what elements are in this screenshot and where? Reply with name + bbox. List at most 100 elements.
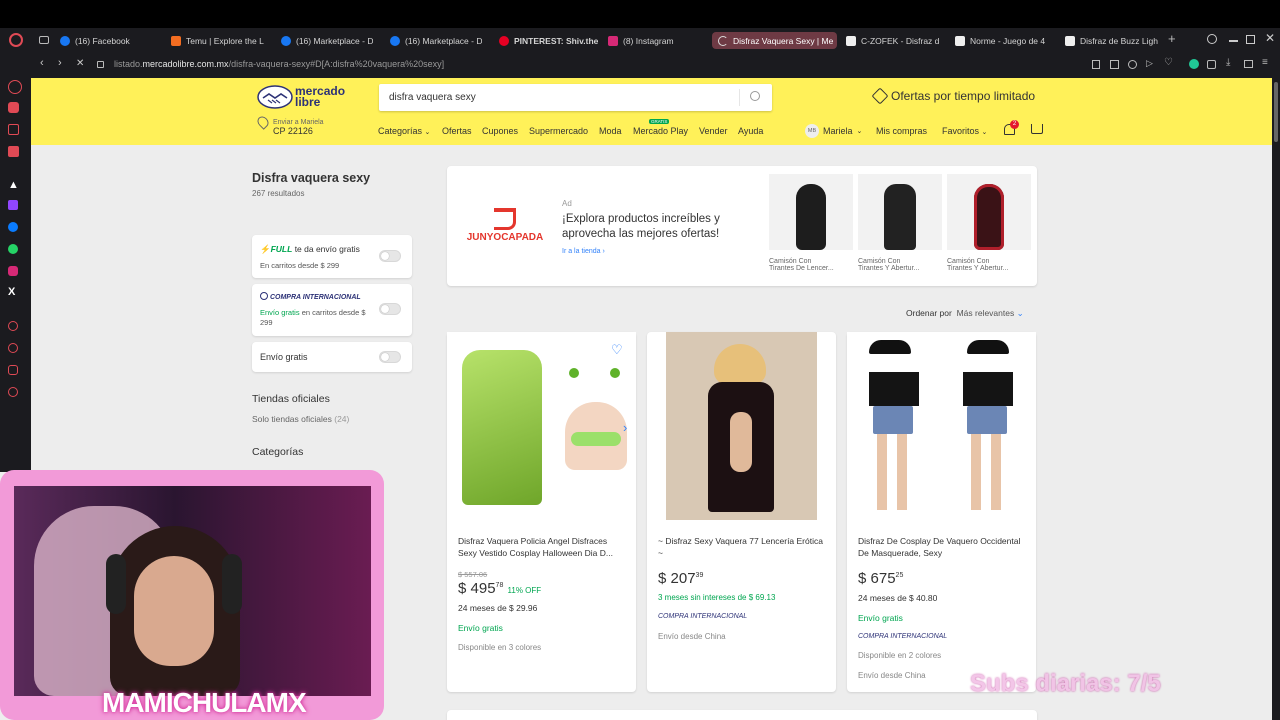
page-scrollbar[interactable] xyxy=(1272,78,1280,720)
sidebar-bag-icon[interactable] xyxy=(8,102,19,113)
tab-temu[interactable]: Temu | Explore the L xyxy=(171,32,264,49)
tab-mercadolibre-active[interactable]: Disfraz Vaquera Sexy | Me xyxy=(712,32,837,49)
nav-vender[interactable]: Vender xyxy=(699,126,728,136)
ad-item[interactable]: Camisón Con Tirantes De Lencer... xyxy=(769,174,853,272)
nav-supermercado[interactable]: Supermercado xyxy=(529,126,588,136)
product-title[interactable]: Disfraz De Cosplay De Vaquero Occidental… xyxy=(858,535,1028,559)
tab-amazon-3[interactable]: Disfraz de Buzz Ligh xyxy=(1065,32,1160,49)
address-bar-row: ‹ › ✕ listado.mercadolibre.com.mx/disfra… xyxy=(31,52,1280,78)
menu-icon[interactable]: ≡ xyxy=(1262,57,1268,68)
whatsapp-icon[interactable] xyxy=(8,244,18,254)
free-shipping-toggle[interactable] xyxy=(379,351,401,363)
user-menu[interactable]: MB Mariela ⌄ xyxy=(805,124,862,138)
nav-moda[interactable]: Moda xyxy=(599,126,622,136)
results-count: 267 resultados xyxy=(252,189,305,198)
lightning-icon: ⚡ xyxy=(260,244,271,254)
product-card[interactable]: ~ Disfraz Sexy Vaquera 77 Lencería Eróti… xyxy=(647,332,836,692)
x-twitter-icon[interactable]: X xyxy=(8,286,22,300)
promo-banner[interactable]: Ofertas por tiempo limitado xyxy=(871,87,1035,105)
send-icon[interactable]: ▷ xyxy=(1146,58,1153,69)
categories-heading: Categorías xyxy=(252,446,304,458)
mis-compras-link[interactable]: Mis compras xyxy=(876,126,927,136)
pin-icon[interactable] xyxy=(1092,60,1100,69)
tab-amazon-2[interactable]: Norme - Juego de 4 xyxy=(955,32,1050,49)
filter-full[interactable]: ⚡FULL te da envío gratis En carritos des… xyxy=(252,235,412,278)
ships-from: Envío desde China xyxy=(858,671,926,680)
ad-store-link[interactable]: Ir a la tienda › xyxy=(562,248,605,255)
carousel-next-icon[interactable]: › xyxy=(623,420,627,435)
free-shipping-label: Envío gratis xyxy=(858,613,903,623)
ships-from: Envío desde China xyxy=(658,632,726,641)
instagram-icon[interactable] xyxy=(8,266,18,276)
browser-sidebar: ▲ X xyxy=(0,52,31,472)
sort-dropdown[interactable]: Ordenar por Más relevantes ⌄ xyxy=(906,308,1024,319)
favoritos-link[interactable]: Favoritos ⌄ xyxy=(942,126,987,136)
filter-envio-gratis[interactable]: Envío gratis xyxy=(252,342,412,372)
close-window-icon[interactable]: ✕ xyxy=(1265,31,1275,45)
ad-item[interactable]: Camisón Con Tirantes Y Abertur... xyxy=(858,174,942,272)
sidebar-aria-icon[interactable] xyxy=(8,80,22,94)
junyocapada-logo[interactable]: JUNYOCAPADA xyxy=(463,208,547,243)
forward-icon[interactable]: › xyxy=(58,57,62,69)
twitch-icon[interactable] xyxy=(8,200,18,210)
search-input[interactable]: disfra vaquera sexy xyxy=(389,92,476,103)
nav-mercado-play[interactable]: Mercado Play GRATIS xyxy=(633,119,688,136)
search-icon[interactable] xyxy=(750,91,760,101)
sidebar-pinboard-icon[interactable] xyxy=(8,124,19,135)
product-title[interactable]: ~ Disfraz Sexy Vaquera 77 Lencería Eróti… xyxy=(658,535,828,559)
product-card[interactable]: ♡ › Disfraz Vaquera Policia Angel Disfra… xyxy=(447,332,636,692)
workspaces-icon[interactable] xyxy=(39,36,49,44)
url-field[interactable]: listado.mercadolibre.com.mx/disfra-vaque… xyxy=(114,59,444,69)
search-box[interactable]: disfra vaquera sexy xyxy=(379,84,772,111)
sidebar-ai-icon[interactable]: ▲ xyxy=(8,179,22,193)
notification-count-badge: 2 xyxy=(1010,120,1019,129)
sidebar-music-icon[interactable] xyxy=(8,146,19,157)
opera-logo-icon[interactable] xyxy=(9,33,23,47)
reload-stop-icon[interactable]: ✕ xyxy=(76,58,84,69)
wallet-icon[interactable] xyxy=(1244,60,1253,68)
heart-bookmark-icon[interactable]: ♡ xyxy=(1164,57,1173,68)
intl-toggle[interactable] xyxy=(379,303,401,315)
product-image xyxy=(666,332,817,520)
download-icon[interactable]: ⤓ xyxy=(1226,57,1230,68)
extensions-puzzle-icon[interactable] xyxy=(1207,60,1216,69)
official-stores-link[interactable]: Solo tiendas oficiales (24) xyxy=(252,414,349,424)
filter-compra-internacional[interactable]: COMPRA INTERNACIONAL Envío gratis en car… xyxy=(252,284,412,336)
scrollbar-thumb[interactable] xyxy=(1274,82,1278,142)
cart-icon[interactable] xyxy=(1031,124,1043,134)
mercadolibre-logo[interactable]: mercado libre xyxy=(257,85,357,111)
nav-categorias[interactable]: Categorías ⌄ xyxy=(378,126,430,136)
product-card[interactable]: Disfraz De Cosplay De Vaquero Occidental… xyxy=(847,332,1036,692)
player-icon[interactable] xyxy=(8,321,18,331)
tab-marketplace-1[interactable]: (16) Marketplace - D xyxy=(281,32,373,49)
full-toggle[interactable] xyxy=(379,250,401,262)
product-price: $ 20739 xyxy=(658,570,704,587)
history-icon[interactable] xyxy=(8,343,18,353)
favorite-heart-icon[interactable]: ♡ xyxy=(611,342,623,358)
ship-to-location[interactable]: Enviar a Mariela CP 22126 xyxy=(273,118,324,136)
tab-pinterest[interactable]: PINTEREST: Shiv.the xyxy=(499,32,598,49)
snapshot-icon[interactable] xyxy=(1110,60,1119,69)
messenger-icon[interactable] xyxy=(8,222,18,232)
adblock-icon[interactable] xyxy=(1128,60,1137,69)
maximize-icon[interactable] xyxy=(1246,35,1255,44)
back-icon[interactable]: ‹ xyxy=(40,57,44,69)
profile-icon[interactable] xyxy=(1189,59,1199,69)
nav-ayuda[interactable]: Ayuda xyxy=(738,126,763,136)
ad-banner[interactable]: JUNYOCAPADA Ad ¡Explora productos increí… xyxy=(447,166,1037,286)
product-title[interactable]: Disfraz Vaquera Policia Angel Disfraces … xyxy=(458,535,628,559)
tab-facebook[interactable]: (16) Facebook xyxy=(60,32,130,49)
extensions-icon[interactable] xyxy=(8,365,18,375)
settings-gear-icon[interactable] xyxy=(8,387,18,397)
ad-item[interactable]: Camisón Con Tirantes Y Abertur... xyxy=(947,174,1031,272)
search-divider xyxy=(739,89,740,106)
new-tab-icon[interactable]: + xyxy=(1168,31,1176,46)
chevron-down-icon: ⌄ xyxy=(856,128,863,135)
nav-ofertas[interactable]: Ofertas xyxy=(442,126,472,136)
nav-cupones[interactable]: Cupones xyxy=(482,126,518,136)
minimize-icon[interactable] xyxy=(1229,40,1238,42)
tab-marketplace-2[interactable]: (16) Marketplace - D xyxy=(390,32,482,49)
tab-instagram[interactable]: (8) Instagram xyxy=(608,32,674,49)
search-tabs-icon[interactable] xyxy=(1207,34,1217,44)
tab-amazon-1[interactable]: C-ZOFEK - Disfraz d xyxy=(846,32,941,49)
